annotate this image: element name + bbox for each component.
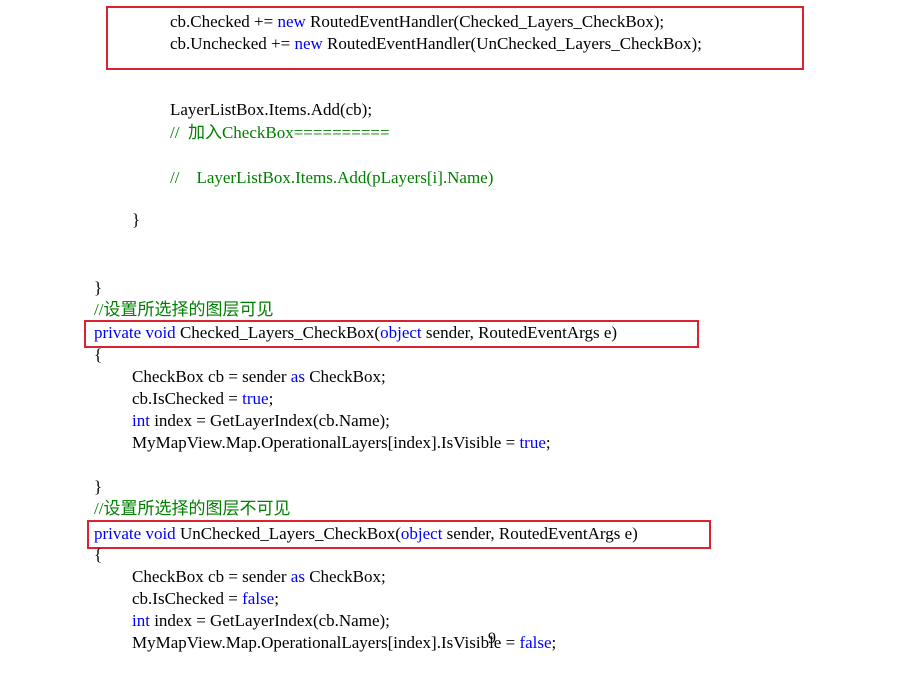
code-line-cast-checked: CheckBox cb = sender as CheckBox; xyxy=(132,367,386,387)
code-keyword: private xyxy=(94,323,142,342)
code-text: CheckBox; xyxy=(304,567,386,586)
code-closing-brace-method: } xyxy=(94,278,103,297)
code-text: cb.Unchecked += xyxy=(170,34,295,53)
code-text: CheckBox; xyxy=(304,367,386,386)
code-line-index-checked: int index = GetLayerIndex(cb.Name); xyxy=(132,411,390,431)
code-text: Checked_Layers_CheckBox( xyxy=(175,323,381,342)
code-text: RoutedEventHandler(UnChecked_Layers_Chec… xyxy=(322,34,702,53)
code-text: ; xyxy=(274,589,279,608)
code-text: MyMapView.Map.OperationalLayers[index].I… xyxy=(132,633,520,652)
code-signature-unchecked: private void UnChecked_Layers_CheckBox(o… xyxy=(94,524,638,544)
code-keyword: new xyxy=(294,34,323,53)
code-line-cast-unchecked: CheckBox cb = sender as CheckBox; xyxy=(132,567,386,587)
code-line-checked-handler: cb.Checked += new RoutedEventHandler(Che… xyxy=(170,12,664,32)
code-text: sender, RoutedEventArgs e) xyxy=(442,524,638,543)
code-text: cb.IsChecked = xyxy=(132,589,243,608)
code-keyword: void xyxy=(145,323,176,342)
code-text: ; xyxy=(545,433,551,452)
code-keyword: false xyxy=(519,633,552,652)
code-keyword: true xyxy=(242,389,269,408)
code-text: sender, RoutedEventArgs e) xyxy=(421,323,618,342)
code-line-visible-true: MyMapView.Map.OperationalLayers[index].I… xyxy=(132,433,551,453)
code-keyword: new xyxy=(277,12,306,31)
code-comment-set-visible: //设置所选择的图层可见 xyxy=(94,300,274,319)
code-keyword: void xyxy=(145,524,176,543)
code-keyword: object xyxy=(380,323,422,342)
code-signature-checked: private void Checked_Layers_CheckBox(obj… xyxy=(94,323,617,343)
code-line-ischecked-false: cb.IsChecked = false; xyxy=(132,589,279,609)
code-closing-brace-checked: } xyxy=(94,477,103,496)
code-text: cb.IsChecked = xyxy=(132,389,243,408)
code-line-ischecked-true: cb.IsChecked = true; xyxy=(132,389,273,409)
code-text: index = GetLayerIndex(cb.Name); xyxy=(149,611,390,630)
code-text: ; xyxy=(268,389,274,408)
code-closing-brace-inner: } xyxy=(132,210,141,229)
code-text: CheckBox cb = sender xyxy=(132,567,291,586)
code-comment-add-name: // LayerListBox.Items.Add(pLayers[i].Nam… xyxy=(170,168,494,187)
code-line-unchecked-handler: cb.Unchecked += new RoutedEventHandler(U… xyxy=(170,34,702,54)
code-keyword: object xyxy=(400,524,443,543)
code-text: cb.Checked += xyxy=(170,12,278,31)
code-keyword: int xyxy=(132,411,150,430)
code-text: MyMapView.Map.OperationalLayers[index].I… xyxy=(132,433,520,452)
code-open-brace-checked: { xyxy=(94,345,103,364)
code-text: index = GetLayerIndex(cb.Name); xyxy=(149,411,390,430)
code-open-brace-unchecked: { xyxy=(94,545,103,564)
code-comment-set-invisible: //设置所选择的图层不可见 xyxy=(94,499,291,518)
page-number: 9 xyxy=(488,630,496,647)
code-line-index-unchecked: int index = GetLayerIndex(cb.Name); xyxy=(132,611,390,631)
code-text: CheckBox cb = sender xyxy=(132,367,291,386)
code-text: ; xyxy=(551,633,557,652)
code-keyword: as xyxy=(290,567,305,586)
code-comment-add-checkbox: // 加入CheckBox========== xyxy=(170,123,390,142)
code-line-add-cb: LayerListBox.Items.Add(cb); xyxy=(170,100,373,119)
code-keyword: true xyxy=(519,433,546,452)
code-text: RoutedEventHandler(Checked_Layers_CheckB… xyxy=(305,12,665,31)
code-keyword: as xyxy=(290,367,305,386)
code-text: UnChecked_Layers_CheckBox( xyxy=(175,524,401,543)
code-keyword: false xyxy=(242,589,275,608)
code-keyword: int xyxy=(132,611,150,630)
code-keyword: private xyxy=(94,524,142,543)
